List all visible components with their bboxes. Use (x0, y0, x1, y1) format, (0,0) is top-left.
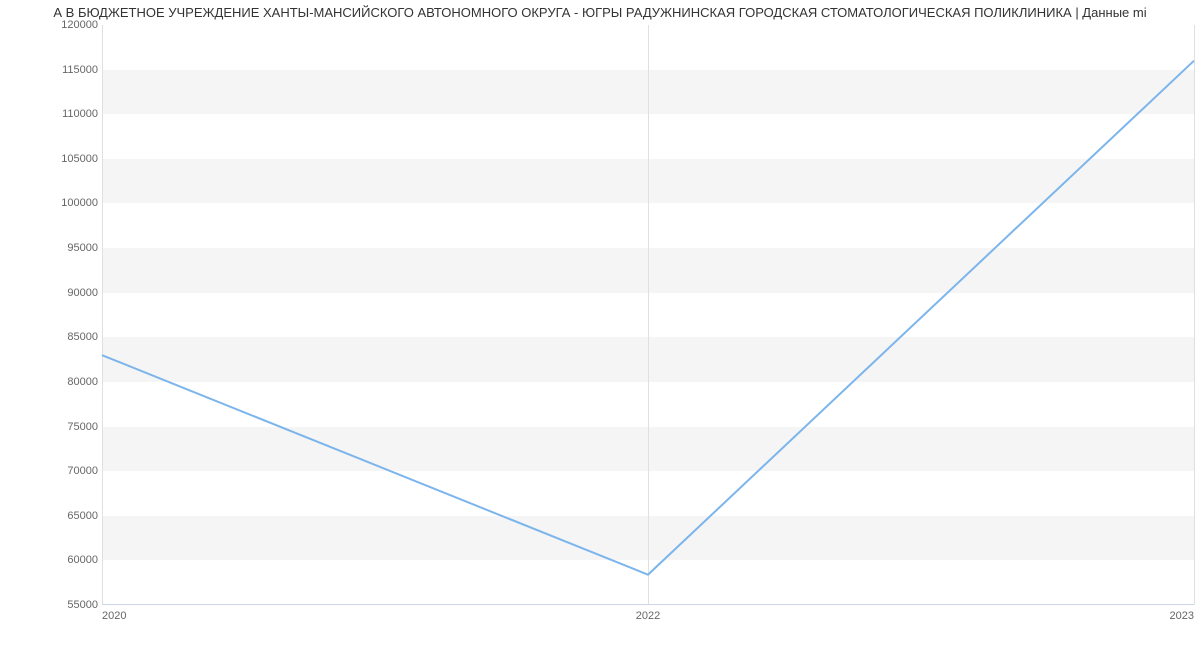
y-tick-label: 110000 (62, 108, 98, 120)
y-tick-label: 55000 (67, 599, 98, 611)
x-tick-label: 2023 (1170, 610, 1194, 622)
y-tick-label: 60000 (67, 554, 98, 566)
x-tick-label: 2022 (636, 610, 660, 622)
y-tick-label: 90000 (67, 287, 98, 299)
y-tick-label: 105000 (61, 153, 98, 165)
y-tick-label: 95000 (67, 242, 98, 254)
y-tick-label: 75000 (67, 421, 98, 433)
grid-line-vertical (1194, 25, 1195, 605)
plot-area (102, 25, 1194, 605)
y-tick-label: 120000 (61, 19, 98, 31)
y-tick-label: 115000 (62, 64, 98, 76)
data-series-line (102, 61, 1194, 575)
x-tick-label: 2020 (102, 610, 126, 622)
chart-container: А В БЮДЖЕТНОЕ УЧРЕЖДЕНИЕ ХАНТЫ-МАНСИЙСКО… (0, 0, 1200, 650)
y-tick-label: 100000 (61, 197, 98, 209)
chart-title: А В БЮДЖЕТНОЕ УЧРЕЖДЕНИЕ ХАНТЫ-МАНСИЙСКО… (0, 0, 1200, 25)
y-tick-label: 80000 (67, 376, 98, 388)
y-tick-label: 65000 (67, 510, 98, 522)
y-tick-label: 85000 (67, 331, 98, 343)
line-chart-svg (102, 25, 1194, 605)
y-tick-label: 70000 (67, 465, 98, 477)
